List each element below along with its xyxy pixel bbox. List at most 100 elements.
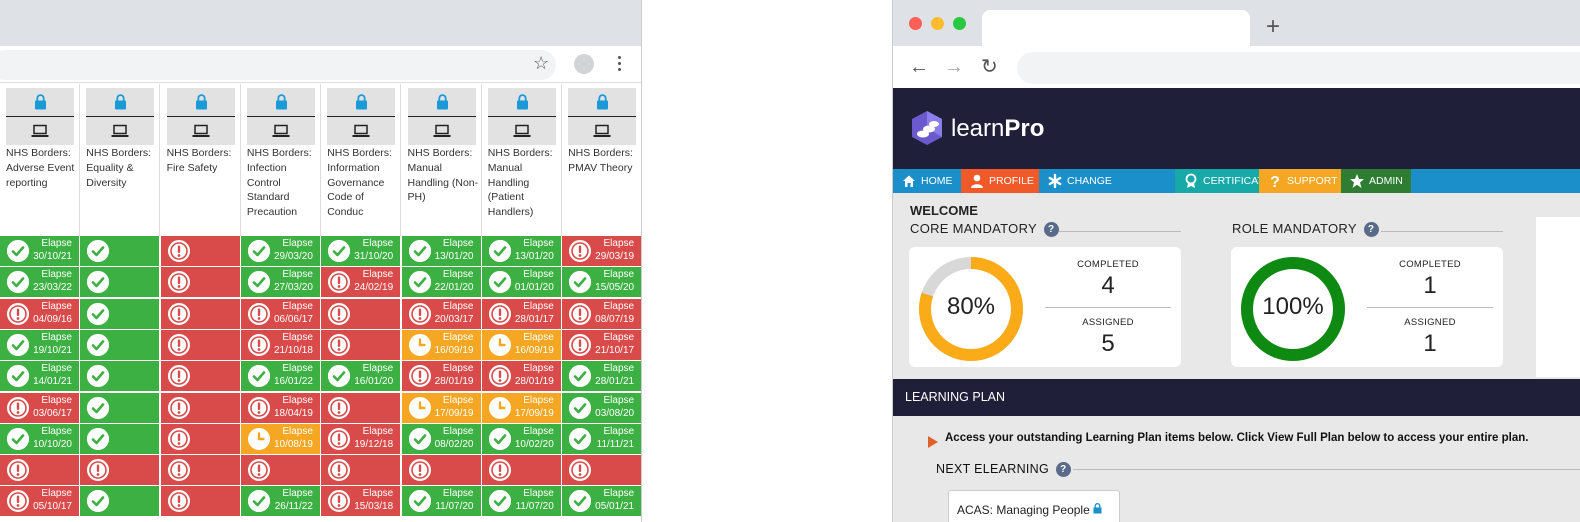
status-cell[interactable]: Elapse 08/07/19: [562, 298, 641, 329]
maximize-window-icon[interactable]: [953, 17, 966, 30]
address-bar[interactable]: [0, 50, 556, 80]
role-mandatory-card[interactable]: 100% COMPLETED 1 ASSIGNED 1: [1231, 247, 1503, 367]
bookmark-star-icon[interactable]: ☆: [533, 53, 549, 73]
status-cell[interactable]: Elapse 28/01/19: [481, 361, 561, 392]
status-cell[interactable]: Elapse 01/01/20: [481, 267, 561, 298]
status-cell[interactable]: [80, 486, 160, 517]
status-cell[interactable]: [321, 329, 401, 360]
reload-icon[interactable]: ↻: [981, 54, 998, 80]
address-bar[interactable]: [1017, 52, 1580, 84]
status-cell[interactable]: Elapse 06/06/17: [240, 298, 320, 329]
menu-kebab-icon[interactable]: [618, 54, 622, 72]
status-cell[interactable]: [0, 455, 79, 486]
menu-item-change-password[interactable]: CHANGE PASSWORD: [1039, 169, 1175, 211]
close-window-icon[interactable]: [909, 17, 922, 30]
status-cell[interactable]: Elapse 31/10/20: [321, 236, 401, 266]
status-cell[interactable]: [160, 486, 240, 517]
status-cell[interactable]: [160, 236, 240, 266]
status-cell[interactable]: Elapse 26/11/22: [240, 486, 320, 517]
status-cell[interactable]: [321, 298, 401, 329]
status-cell[interactable]: Elapse 19/12/18: [321, 423, 401, 454]
status-cell[interactable]: Elapse 03/06/17: [0, 392, 79, 423]
status-cell[interactable]: Elapse 16/09/19: [401, 329, 481, 360]
status-cell[interactable]: Elapse 16/01/22: [240, 361, 320, 392]
status-cell[interactable]: Elapse 30/10/21: [0, 236, 79, 266]
menu-item-home[interactable]: HOME: [893, 169, 961, 193]
status-cell[interactable]: [160, 329, 240, 360]
status-cell[interactable]: [80, 329, 160, 360]
course-column-header[interactable]: NHS Borders: Equality & Diversity: [80, 84, 161, 236]
menu-item-profile[interactable]: PROFILE: [961, 169, 1039, 193]
course-column-header[interactable]: NHS Borders: Fire Safety: [161, 84, 241, 236]
status-cell[interactable]: Elapse 29/03/20: [240, 236, 320, 266]
status-cell[interactable]: Elapse 05/01/21: [562, 486, 641, 517]
status-cell[interactable]: [562, 455, 641, 486]
status-cell[interactable]: Elapse 11/07/20: [481, 486, 561, 517]
course-column-header[interactable]: NHS Borders: PMAV Theory: [562, 84, 641, 236]
status-cell[interactable]: Elapse 10/10/20: [0, 423, 79, 454]
status-cell[interactable]: Elapse 10/08/19: [240, 423, 320, 454]
status-cell[interactable]: Elapse 14/01/21: [0, 361, 79, 392]
status-cell[interactable]: [160, 392, 240, 423]
status-cell[interactable]: Elapse 27/03/20: [240, 267, 320, 298]
new-tab-icon[interactable]: +: [1266, 12, 1280, 42]
status-cell[interactable]: [80, 236, 160, 266]
status-cell[interactable]: Elapse 24/02/19: [321, 267, 401, 298]
help-icon[interactable]: ?: [1055, 462, 1071, 478]
status-cell[interactable]: [80, 455, 160, 486]
status-cell[interactable]: Elapse 19/10/21: [0, 329, 79, 360]
status-cell[interactable]: [160, 267, 240, 298]
browser-tab[interactable]: [982, 10, 1250, 46]
status-cell[interactable]: Elapse 29/03/19: [562, 236, 641, 266]
status-cell[interactable]: [321, 392, 401, 423]
status-cell[interactable]: Elapse 03/08/20: [562, 392, 641, 423]
course-column-header[interactable]: NHS Borders: Manual Handling (Patient Ha…: [482, 84, 562, 236]
status-cell[interactable]: Elapse 15/05/20: [562, 267, 641, 298]
status-cell[interactable]: Elapse 28/01/21: [562, 361, 641, 392]
profile-avatar[interactable]: [574, 54, 594, 74]
status-cell[interactable]: Elapse 16/01/20: [321, 361, 401, 392]
status-cell[interactable]: Elapse 28/01/19: [401, 361, 481, 392]
minimize-window-icon[interactable]: [931, 17, 944, 30]
status-cell[interactable]: [160, 298, 240, 329]
status-cell[interactable]: Elapse 04/09/16: [0, 298, 79, 329]
status-cell[interactable]: [160, 361, 240, 392]
status-cell[interactable]: [80, 392, 160, 423]
status-cell[interactable]: Elapse 17/09/19: [481, 392, 561, 423]
help-icon[interactable]: ?: [1363, 222, 1379, 238]
status-cell[interactable]: [80, 298, 160, 329]
status-cell[interactable]: Elapse 15/03/18: [321, 486, 401, 517]
status-cell[interactable]: Elapse 13/01/20: [401, 236, 481, 266]
course-column-header[interactable]: NHS Borders: Infection Control Standard …: [241, 84, 321, 236]
menu-item-support[interactable]: ? SUPPORT: [1259, 169, 1341, 193]
status-cell[interactable]: Elapse 11/07/20: [401, 486, 481, 517]
course-column-header[interactable]: NHS Borders: Manual Handling (Non-PH): [402, 84, 482, 236]
course-column-header[interactable]: NHS Borders: Information Governance Code…: [321, 84, 402, 236]
back-icon[interactable]: ←: [909, 54, 929, 80]
status-cell[interactable]: Elapse 13/01/20: [481, 236, 561, 266]
menu-item-admin[interactable]: ADMIN: [1341, 169, 1411, 193]
status-cell[interactable]: Elapse 10/02/20: [481, 423, 561, 454]
status-cell[interactable]: [240, 455, 320, 486]
menu-item-certificate[interactable]: CERTIFICATE: [1175, 169, 1271, 193]
status-cell[interactable]: [80, 267, 160, 298]
status-cell[interactable]: [160, 455, 240, 486]
status-cell[interactable]: Elapse 23/03/22: [0, 267, 79, 298]
status-cell[interactable]: [160, 423, 240, 454]
status-cell[interactable]: Elapse 22/01/20: [401, 267, 481, 298]
status-cell[interactable]: [401, 455, 481, 486]
status-cell[interactable]: [321, 455, 401, 486]
status-cell[interactable]: Elapse 21/10/18: [240, 329, 320, 360]
status-cell[interactable]: Elapse 17/09/19: [401, 392, 481, 423]
status-cell[interactable]: [80, 423, 160, 454]
course-column-header[interactable]: NHS Borders: Adverse Event reporting: [0, 84, 80, 236]
course-card[interactable]: ACAS: Managing People: [948, 490, 1120, 522]
status-cell[interactable]: [481, 455, 561, 486]
core-mandatory-card[interactable]: 80% COMPLETED 4 ASSIGNED 5: [909, 247, 1181, 367]
status-cell[interactable]: [80, 361, 160, 392]
status-cell[interactable]: Elapse 18/04/19: [240, 392, 320, 423]
status-cell[interactable]: Elapse 11/11/21: [562, 423, 641, 454]
status-cell[interactable]: Elapse 20/03/17: [401, 298, 481, 329]
help-icon[interactable]: ?: [1043, 222, 1059, 238]
forward-icon[interactable]: →: [944, 54, 964, 80]
